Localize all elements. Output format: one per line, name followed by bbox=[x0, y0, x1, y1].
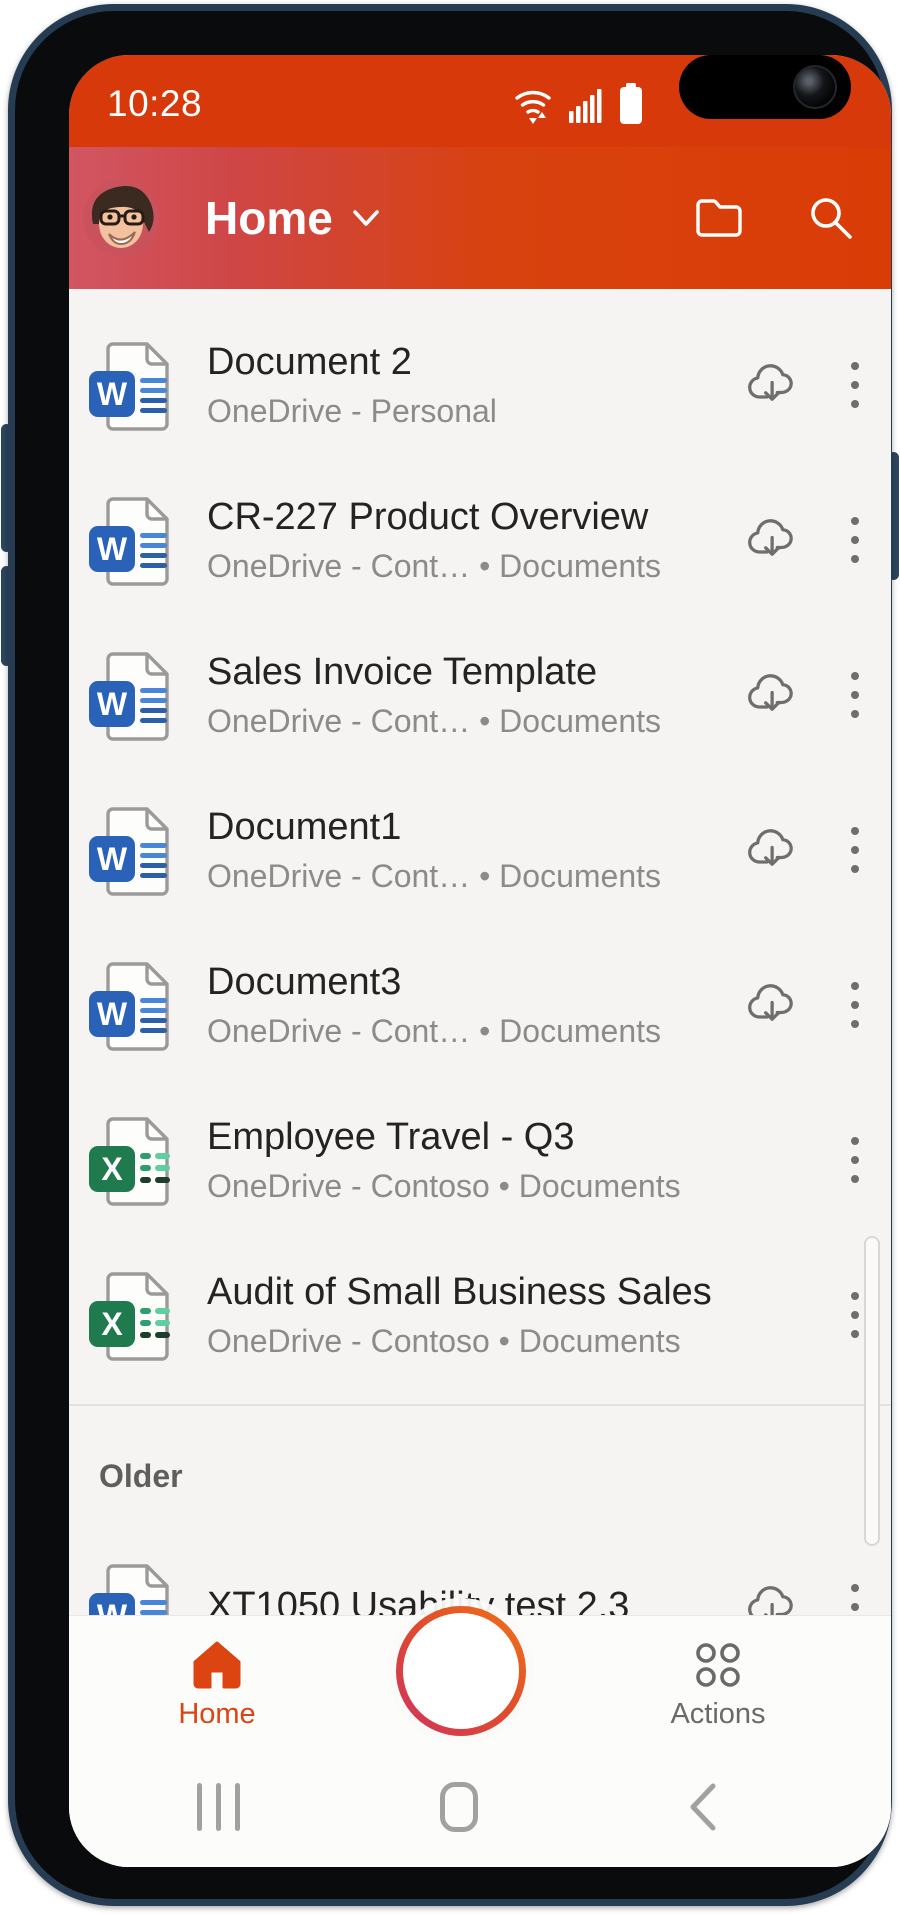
file-name: Sales Invoice Template bbox=[207, 649, 743, 697]
chevron-down-icon bbox=[349, 205, 383, 231]
more-options-button[interactable] bbox=[845, 972, 865, 1038]
file-name: Document 2 bbox=[207, 339, 743, 387]
file-location: OneDrive - Personal bbox=[207, 393, 743, 430]
file-list-item[interactable]: W X CR-227 Prod bbox=[69, 462, 891, 617]
download-cloud-button[interactable] bbox=[743, 821, 801, 879]
older-section-label: Older bbox=[99, 1458, 891, 1495]
file-type-icon: W X bbox=[83, 1110, 183, 1210]
scrollbar-thumb[interactable] bbox=[864, 1236, 880, 1546]
file-name: Employee Travel - Q3 bbox=[207, 1114, 743, 1162]
more-options-button[interactable] bbox=[845, 1127, 865, 1193]
actions-icon bbox=[693, 1640, 743, 1690]
download-cloud-button[interactable] bbox=[743, 976, 801, 1034]
wifi-icon bbox=[513, 85, 557, 125]
folder-icon bbox=[691, 194, 747, 242]
page-title-dropdown[interactable]: Home bbox=[205, 191, 383, 245]
file-list-item[interactable]: W X Document1 bbox=[69, 772, 891, 927]
page-title: Home bbox=[205, 191, 333, 245]
back-icon bbox=[686, 1781, 720, 1833]
screen: 10:28 bbox=[69, 55, 891, 1867]
battery-icon bbox=[619, 83, 643, 125]
file-type-icon: W X bbox=[83, 645, 183, 745]
file-name: CR-227 Product Overview bbox=[207, 494, 743, 542]
file-list-item[interactable]: W X Document 2 bbox=[69, 307, 891, 462]
file-location: OneDrive - Cont… • Documents bbox=[207, 548, 743, 585]
file-name: Audit of Small Business Sales bbox=[207, 1269, 743, 1317]
svg-text:X: X bbox=[101, 1306, 123, 1342]
more-options-button[interactable] bbox=[845, 507, 865, 573]
tab-actions[interactable]: Actions bbox=[653, 1616, 783, 1755]
svg-text:W: W bbox=[97, 841, 128, 877]
add-create-button[interactable] bbox=[396, 1606, 526, 1736]
front-camera-lens bbox=[793, 65, 837, 109]
svg-text:W: W bbox=[97, 531, 128, 567]
file-list-item[interactable]: W X Sales Invoi bbox=[69, 617, 891, 772]
more-options-button[interactable] bbox=[845, 662, 865, 728]
more-options-button[interactable] bbox=[845, 1282, 865, 1348]
file-name: Document1 bbox=[207, 804, 743, 852]
file-name: Document3 bbox=[207, 959, 743, 1007]
android-home-button[interactable] bbox=[419, 1777, 499, 1837]
file-location: OneDrive - Cont… • Documents bbox=[207, 703, 743, 740]
home-icon bbox=[191, 1640, 243, 1690]
file-list-item[interactable]: W X Employee Tr bbox=[69, 1082, 891, 1237]
app-header: Home bbox=[69, 147, 891, 289]
svg-text:W: W bbox=[97, 996, 128, 1032]
phone-frame: 10:28 bbox=[8, 4, 892, 1906]
file-type-icon: W X bbox=[83, 800, 183, 900]
section-divider bbox=[69, 1404, 891, 1406]
file-type-icon: W X bbox=[83, 1265, 183, 1365]
svg-text:W: W bbox=[97, 376, 128, 412]
download-cloud-button[interactable] bbox=[743, 511, 801, 569]
svg-text:W: W bbox=[97, 686, 128, 722]
clock: 10:28 bbox=[107, 83, 202, 125]
download-cloud-button[interactable] bbox=[743, 356, 801, 414]
tab-home-label: Home bbox=[178, 1698, 255, 1731]
tab-actions-label: Actions bbox=[670, 1698, 765, 1731]
recents-button[interactable] bbox=[178, 1777, 258, 1837]
avatar[interactable] bbox=[83, 180, 159, 256]
tab-home[interactable]: Home bbox=[157, 1616, 277, 1755]
file-type-icon: W X bbox=[83, 335, 183, 435]
file-type-icon: W X bbox=[83, 955, 183, 1055]
file-location: OneDrive - Contoso • Documents bbox=[207, 1323, 743, 1360]
back-button[interactable] bbox=[663, 1777, 743, 1837]
download-cloud-button[interactable] bbox=[743, 666, 801, 724]
camera-cutout bbox=[679, 55, 851, 119]
file-location: OneDrive - Contoso • Documents bbox=[207, 1168, 743, 1205]
android-navigation-bar bbox=[69, 1755, 891, 1867]
file-location: OneDrive - Cont… • Documents bbox=[207, 1013, 743, 1050]
signal-icon bbox=[569, 85, 607, 125]
plus-icon bbox=[430, 1640, 492, 1702]
file-type-icon: W X bbox=[83, 490, 183, 590]
search-button[interactable] bbox=[799, 186, 863, 250]
file-list-item[interactable]: W X Document3 bbox=[69, 927, 891, 1082]
status-bar: 10:28 bbox=[69, 55, 891, 147]
file-list-item[interactable]: W X Audit of Sm bbox=[69, 1237, 891, 1392]
folder-button[interactable] bbox=[687, 186, 751, 250]
svg-text:X: X bbox=[101, 1151, 123, 1187]
search-icon bbox=[805, 192, 857, 244]
more-options-button[interactable] bbox=[845, 817, 865, 883]
recent-file-list: W X Document 2 bbox=[69, 289, 891, 1684]
more-options-button[interactable] bbox=[845, 352, 865, 418]
file-location: OneDrive - Cont… • Documents bbox=[207, 858, 743, 895]
